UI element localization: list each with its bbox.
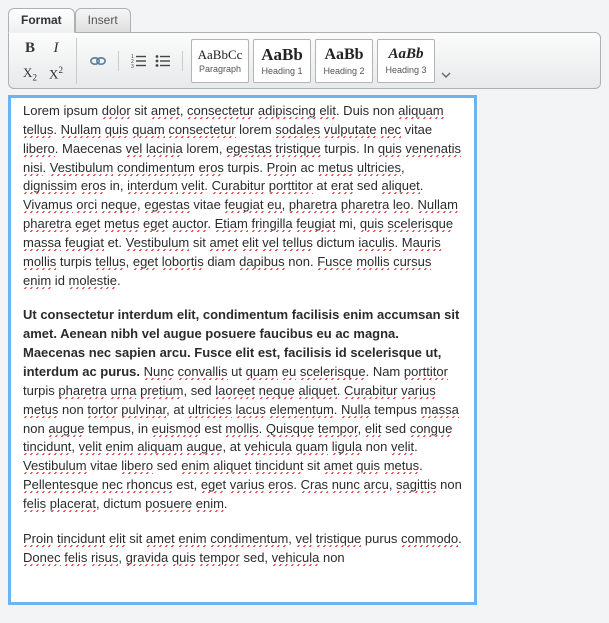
tab-format[interactable]: Format [8, 8, 75, 33]
style-preview: AaBb [261, 46, 303, 63]
bullet-list-button[interactable] [151, 51, 175, 71]
subscript-button[interactable]: X2 [17, 64, 43, 84]
style-caption: Paragraph [199, 64, 241, 74]
chevron-down-icon [441, 72, 451, 78]
style-caption: Heading 1 [261, 66, 302, 76]
ordered-list-icon: 1 2 3 [131, 54, 147, 68]
style-preview: AaBb [324, 47, 363, 63]
ordered-list-button[interactable]: 1 2 3 [127, 51, 151, 71]
style-heading1-button[interactable]: AaBb Heading 1 [253, 39, 311, 83]
style-caption: Heading 3 [385, 65, 426, 75]
style-more-button[interactable] [439, 39, 453, 83]
editor-content-frame: Lorem ipsum dolor sit amet, consectetur … [8, 95, 477, 605]
style-preview: AaBb [388, 47, 423, 62]
bold-button[interactable]: B [17, 38, 43, 58]
editor-content[interactable]: Lorem ipsum dolor sit amet, consectetur … [11, 98, 474, 602]
toolbar-tabs: Format Insert [8, 8, 601, 32]
rich-text-editor: Format Insert B X2 I X2 [8, 8, 601, 605]
svg-text:3: 3 [131, 64, 134, 68]
toolbar: B X2 I X2 1 2 3 [8, 32, 601, 89]
style-preview: AaBbCc [198, 48, 243, 61]
italic-button[interactable]: I [43, 38, 69, 58]
style-group: AaBbCc Paragraph AaBb Heading 1 AaBb Hea… [189, 39, 455, 83]
tab-insert[interactable]: Insert [75, 8, 131, 33]
link-icon [89, 55, 107, 67]
link-button[interactable] [85, 51, 111, 71]
link-group [83, 51, 119, 71]
text-format-group: B X2 I X2 [15, 38, 77, 84]
style-heading2-button[interactable]: AaBb Heading 2 [315, 39, 373, 83]
superscript-button[interactable]: X2 [43, 64, 69, 84]
list-group: 1 2 3 [125, 51, 183, 71]
style-heading3-button[interactable]: AaBb Heading 3 [377, 39, 435, 83]
style-caption: Heading 2 [323, 66, 364, 76]
style-paragraph-button[interactable]: AaBbCc Paragraph [191, 39, 249, 83]
bullet-list-icon [155, 54, 171, 68]
